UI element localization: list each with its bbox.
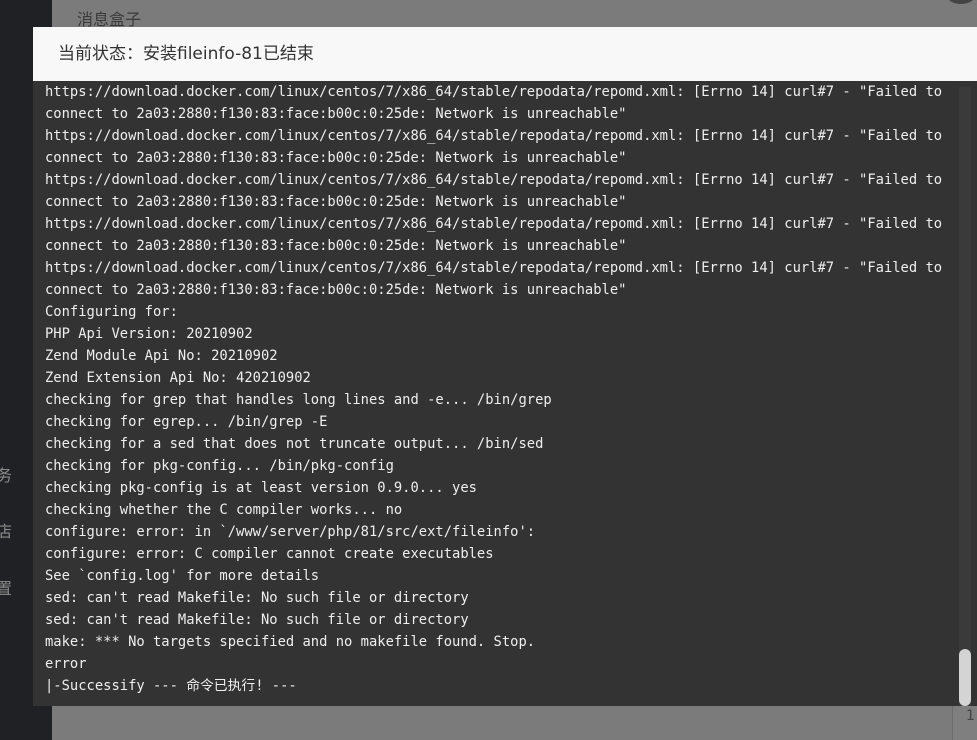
log-line: |-Successify --- 命令已执行! --- <box>45 678 297 694</box>
log-line: checking for grep that handles long line… <box>45 392 552 408</box>
log-line: PHP Api Version: 20210902 <box>45 326 253 342</box>
log-line: https://download.docker.com/linux/centos… <box>45 128 943 144</box>
sidebar-item-store[interactable]: 店 <box>0 518 12 542</box>
scrollbar-thumb[interactable] <box>959 649 971 706</box>
log-line: connect to 2a03:2880:f130:83:face:b00c:0… <box>45 150 627 166</box>
log-line: Zend Module Api No: 20210902 <box>45 348 278 364</box>
log-line: error <box>45 656 87 672</box>
log-line: connect to 2a03:2880:f130:83:face:b00c:0… <box>45 106 627 122</box>
background-circle <box>946 0 976 4</box>
log-line: https://download.docker.com/linux/centos… <box>45 216 943 232</box>
log-line: https://download.docker.com/linux/centos… <box>45 172 943 188</box>
log-line: sed: can't read Makefile: No such file o… <box>45 590 469 606</box>
log-scrollbar[interactable] <box>959 87 971 706</box>
log-line: See `config.log' for more details <box>45 568 320 584</box>
dialog-status: 当前状态：安装fileinfo-81已结束 <box>33 27 977 81</box>
log-line: sed: can't read Makefile: No such file o… <box>45 612 469 628</box>
install-log-dialog: 当前状态：安装fileinfo-81已结束 https://download.d… <box>33 27 977 706</box>
log-line: checking whether the C compiler works...… <box>45 502 403 518</box>
log-line: https://download.docker.com/linux/centos… <box>45 84 943 100</box>
sidebar-item-tasks[interactable]: 务 <box>0 462 12 486</box>
log-line: Configuring for: <box>45 304 178 320</box>
log-line: make: *** No targets specified and no ma… <box>45 634 536 650</box>
log-line: connect to 2a03:2880:f130:83:face:b00c:0… <box>45 194 627 210</box>
log-output: https://download.docker.com/linux/centos… <box>45 81 957 706</box>
log-line: https://download.docker.com/linux/centos… <box>45 260 943 276</box>
log-line: Zend Extension Api No: 420210902 <box>45 370 311 386</box>
sidebar-item-settings[interactable]: 置 <box>0 575 12 599</box>
log-line: checking for pkg-config... /bin/pkg-conf… <box>45 458 394 474</box>
log-line: connect to 2a03:2880:f130:83:face:b00c:0… <box>45 282 627 298</box>
log-line: configure: error: in `/www/server/php/81… <box>45 524 536 540</box>
log-line: configure: error: C compiler cannot crea… <box>45 546 494 562</box>
log-line: connect to 2a03:2880:f130:83:face:b00c:0… <box>45 238 627 254</box>
log-line: checking for a sed that does not truncat… <box>45 436 544 452</box>
background-number: 1 <box>966 708 975 724</box>
log-line: checking pkg-config is at least version … <box>45 480 477 496</box>
log-line: checking for egrep... /bin/grep -E <box>45 414 328 430</box>
